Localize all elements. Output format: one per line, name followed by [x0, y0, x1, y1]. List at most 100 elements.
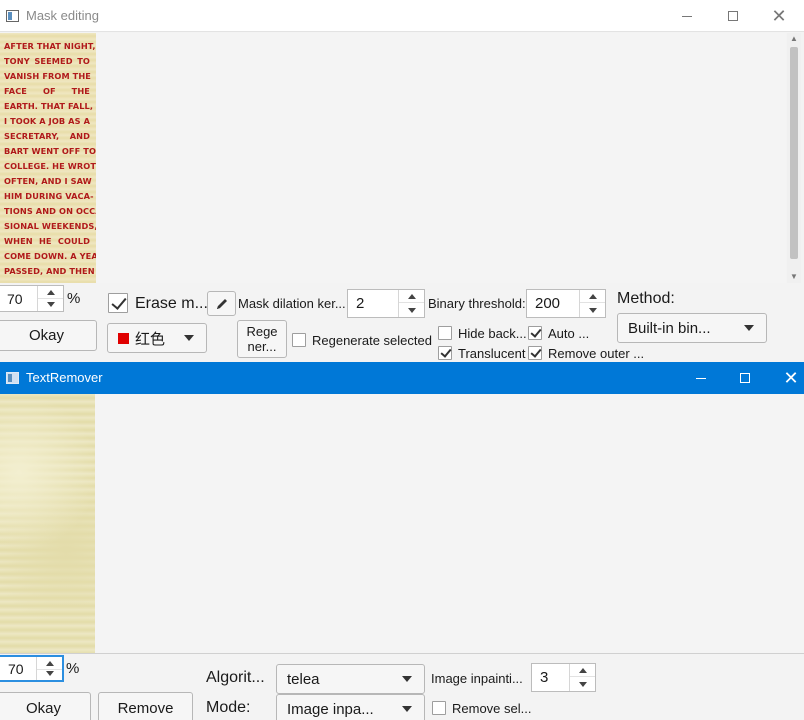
page-text-line: TONY SEEMED TO [4, 56, 90, 66]
mask-editing-window: Mask editing ✕ AFTER THAT NIGHT, TONY SEE… [0, 0, 804, 362]
binary-threshold-increase-button[interactable] [580, 290, 605, 303]
okay-button[interactable]: Okay [0, 692, 91, 720]
app-window-icon [6, 10, 19, 22]
page-text-line: I TOOK A JOB AS A [4, 116, 91, 126]
image-inpainting-decrease-button[interactable] [570, 678, 595, 691]
scroll-up-arrow-icon[interactable]: ▲ [787, 33, 801, 45]
zoom-decrease-button[interactable] [38, 298, 63, 311]
erase-mode-label: Erase m... [135, 295, 208, 312]
maximize-icon [728, 11, 738, 21]
zoom-stepper-buttons [36, 657, 62, 680]
regenerate-button[interactable]: Rege ner... [237, 320, 287, 358]
scroll-down-arrow-icon[interactable]: ▼ [787, 271, 801, 283]
zoom-stepper-buttons [37, 286, 63, 311]
app-window-icon [6, 372, 19, 384]
maximize-button[interactable] [722, 362, 768, 394]
method-dropdown[interactable]: Built-in bin... [617, 313, 767, 343]
minimize-button[interactable] [664, 0, 710, 32]
erase-mode-checkbox[interactable] [108, 293, 128, 313]
text-remover-window: TextRemover ✕ 70 % Okay Remove Algorit..… [0, 362, 804, 720]
okay-button[interactable]: Okay [0, 320, 97, 351]
chevron-down-icon [184, 335, 194, 341]
remove-button[interactable]: Remove [98, 692, 193, 720]
mask-dilation-decrease-button[interactable] [399, 304, 424, 317]
color-label: 红色 [135, 329, 166, 348]
regenerate-selected-checkbox[interactable] [292, 333, 306, 347]
page-text-line: WHEN HE COULD [4, 236, 90, 246]
scrollbar-thumb[interactable] [790, 47, 798, 259]
mask-editing-titlebar[interactable]: Mask editing ✕ [0, 0, 804, 32]
chevron-up-icon [45, 660, 54, 666]
page-text-line: OFTEN, AND I SAW [4, 176, 92, 186]
image-inpainting-increase-button[interactable] [570, 664, 595, 677]
page-text-line: COLLEGE. HE WROTE [4, 161, 96, 171]
method-value: Built-in bin... [628, 319, 711, 337]
mode-label: Mode: [206, 699, 251, 716]
text-remover-canvas-area[interactable] [0, 394, 804, 654]
mode-value: Image inpa... [287, 700, 374, 718]
binary-threshold-spinner[interactable]: 200 [526, 289, 606, 318]
mask-color-dropdown[interactable]: 红色 [107, 323, 207, 353]
algorithm-dropdown[interactable]: telea [276, 664, 425, 694]
algorithm-label: Algorit... [206, 669, 265, 686]
zoom-value: 70 [8, 660, 24, 677]
mode-dropdown[interactable]: Image inpa... [276, 694, 425, 720]
hide-background-label: Hide back... [458, 326, 527, 341]
regenerate-label-line2: ner... [247, 339, 277, 354]
page-text-line: PASSED, AND THEN [4, 266, 95, 276]
remove-outer-checkbox[interactable] [528, 346, 542, 360]
minimize-icon [682, 15, 692, 17]
color-swatch [118, 332, 129, 344]
remove-selected-checkbox[interactable] [432, 701, 446, 715]
close-button[interactable]: ✕ [756, 0, 802, 32]
chevron-down-icon [402, 676, 412, 682]
comic-page-image[interactable]: AFTER THAT NIGHT, TONY SEEMED TO VANISH FR… [0, 33, 96, 283]
page-text-line: COME DOWN. A YEAR [4, 251, 96, 261]
binary-threshold-value: 200 [535, 295, 561, 312]
translucent-label: Translucent [458, 346, 526, 361]
page-text-line: AFTER THAT NIGHT, [4, 41, 96, 51]
hide-background-checkbox[interactable] [438, 326, 452, 340]
binary-threshold-label: Binary threshold: [428, 296, 526, 311]
text-remover-titlebar[interactable]: TextRemover ✕ [0, 362, 804, 394]
page-text-block: AFTER THAT NIGHT, TONY SEEMED TO VANISH FR… [4, 39, 96, 283]
chevron-down-icon [46, 302, 55, 307]
page-text-line: HIM DURING VACA- [4, 191, 94, 201]
close-button[interactable]: ✕ [768, 362, 804, 394]
minimize-button[interactable] [678, 362, 724, 394]
page-text-line: TIONS AND ON OCCA- [4, 206, 96, 216]
zoom-spinner[interactable]: 70 [0, 285, 64, 312]
chevron-up-icon [578, 667, 587, 673]
pencil-button[interactable] [207, 291, 236, 316]
regenerate-label-line1: Rege [246, 324, 278, 339]
image-inpainting-label: Image inpainti... [431, 671, 523, 686]
page-text-line: PART OF ANOTHER [4, 279, 91, 283]
method-label: Method: [617, 290, 675, 307]
mask-dilation-increase-button[interactable] [399, 290, 424, 303]
zoom-decrease-button[interactable] [37, 667, 62, 680]
mask-dilation-label: Mask dilation ker... [238, 296, 346, 311]
maximize-icon [740, 373, 750, 383]
image-inpainting-spinner[interactable]: 3 [531, 663, 596, 692]
binary-threshold-stepper-buttons [579, 290, 605, 317]
chevron-down-icon [588, 308, 597, 313]
chevron-up-icon [407, 293, 416, 299]
image-inpainting-stepper-buttons [569, 664, 595, 691]
cleaned-page-image[interactable] [0, 394, 95, 654]
chevron-down-icon [402, 706, 412, 712]
mask-canvas-area[interactable]: AFTER THAT NIGHT, TONY SEEMED TO VANISH FR… [0, 33, 786, 283]
mask-dilation-spinner[interactable]: 2 [347, 289, 425, 318]
auto-checkbox[interactable] [528, 326, 542, 340]
regenerate-selected-label: Regenerate selected [312, 333, 432, 348]
chevron-down-icon [744, 325, 754, 331]
zoom-spinner[interactable]: 70 [0, 655, 64, 682]
binary-threshold-decrease-button[interactable] [580, 304, 605, 317]
page-text-line: BART WENT OFF TO [4, 146, 96, 156]
maximize-button[interactable] [710, 0, 756, 32]
chevron-down-icon [45, 671, 54, 676]
algorithm-value: telea [287, 670, 320, 688]
remove-selected-label: Remove sel... [452, 701, 532, 716]
translucent-checkbox[interactable] [438, 346, 452, 360]
vertical-scrollbar[interactable]: ▲ ▼ [787, 33, 801, 283]
pencil-icon [216, 298, 227, 309]
